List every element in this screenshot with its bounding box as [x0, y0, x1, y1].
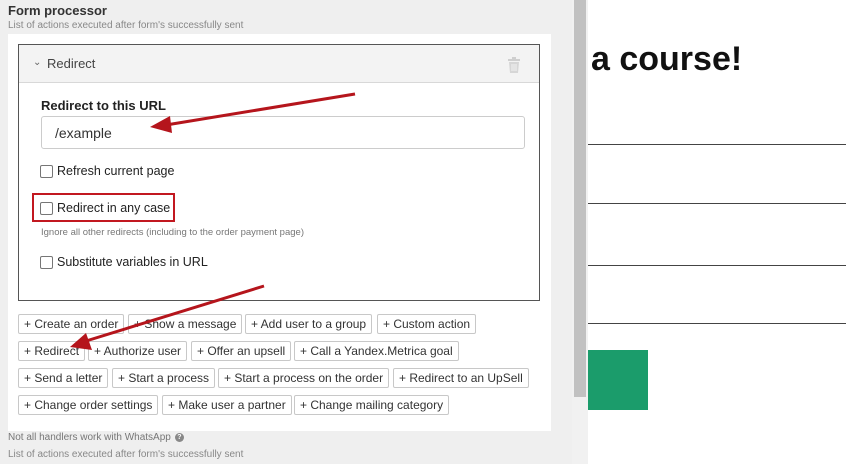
whatsapp-note-text: Not all handlers work with WhatsApp — [8, 432, 171, 443]
highlight-annotation-box — [32, 193, 175, 222]
refresh-page-label: Refresh current page — [57, 164, 175, 178]
redirect-to-upsell-button[interactable]: + Redirect to an UpSell — [393, 368, 529, 388]
form-processor-panel: Form processor List of actions executed … — [0, 0, 572, 464]
redirect-url-input[interactable] — [41, 116, 525, 149]
add-user-to-group-button[interactable]: + Add user to a group — [245, 314, 373, 334]
offer-upsell-button[interactable]: + Offer an upsell — [191, 341, 292, 361]
create-order-button[interactable]: + Create an order — [18, 314, 125, 334]
authorize-user-button[interactable]: + Authorize user — [88, 341, 188, 361]
change-mailing-category-button[interactable]: + Change mailing category — [294, 395, 450, 415]
panel-scrollbar[interactable] — [572, 0, 588, 464]
help-icon[interactable]: ? — [174, 433, 184, 442]
substitute-variables-option[interactable]: Substitute variables in URL — [40, 255, 208, 269]
make-user-partner-button[interactable]: + Make user a partner — [162, 395, 292, 415]
preview-field-line — [588, 203, 846, 204]
substitute-variables-checkbox[interactable] — [40, 255, 53, 269]
call-yandex-metrica-goal-button[interactable]: + Call a Yandex.Metrica goal — [294, 341, 459, 361]
send-letter-button[interactable]: + Send a letter — [18, 368, 109, 388]
change-order-settings-button[interactable]: + Change order settings — [18, 395, 159, 415]
page-preview: a course! — [588, 0, 846, 464]
redirect-any-case-hint: Ignore all other redirects (including to… — [41, 227, 304, 238]
preview-field-line — [588, 144, 846, 145]
redirect-button[interactable]: + Redirect — [18, 341, 86, 361]
url-field-label: Redirect to this URL — [41, 98, 166, 113]
section-title: Form processor — [8, 3, 107, 18]
redirect-card-header[interactable]: ⌄ Redirect — [19, 45, 539, 83]
start-process-button[interactable]: + Start a process — [112, 368, 216, 388]
preview-field-line — [588, 265, 846, 266]
redirect-action-card: ⌄ Redirect Redirect to this URL Refresh … — [18, 44, 540, 301]
scrollbar-thumb[interactable] — [574, 0, 586, 397]
refresh-page-checkbox[interactable] — [40, 164, 53, 178]
show-message-button[interactable]: + Show a message — [128, 314, 243, 334]
start-process-on-order-button[interactable]: + Start a process on the order — [218, 368, 390, 388]
section-subtitle: List of actions executed after form's su… — [8, 20, 244, 31]
substitute-variables-label: Substitute variables in URL — [57, 255, 208, 269]
preview-submit-button[interactable] — [588, 350, 648, 410]
chevron-down-icon[interactable]: ⌄ — [33, 57, 41, 68]
custom-action-button[interactable]: + Custom action — [377, 314, 477, 334]
preview-field-line — [588, 323, 846, 324]
whatsapp-note: Not all handlers work with WhatsApp ? — [8, 432, 184, 443]
preview-heading: a course! — [591, 40, 743, 78]
redirect-card-title: Redirect — [47, 56, 96, 71]
footer-subtitle: List of actions executed after form's su… — [8, 449, 244, 460]
trash-icon[interactable] — [507, 57, 521, 73]
refresh-page-option[interactable]: Refresh current page — [40, 164, 174, 178]
